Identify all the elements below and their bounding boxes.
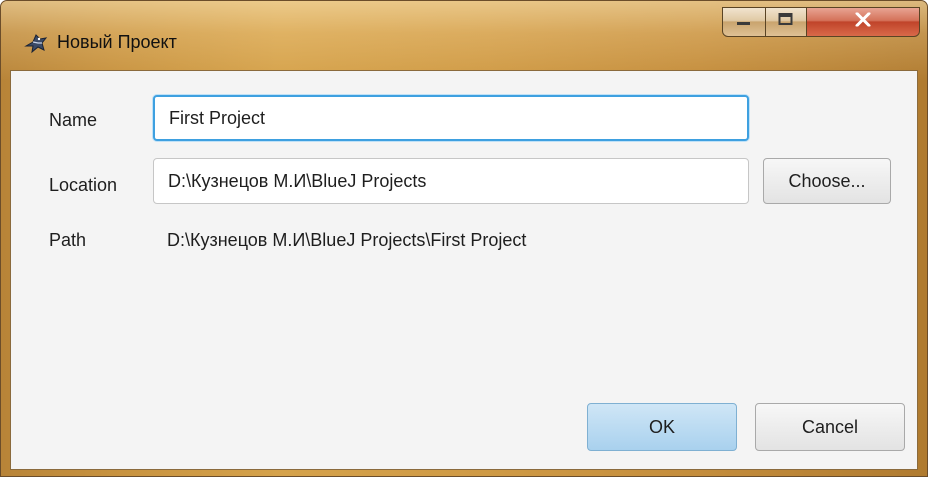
- bluej-bird-icon: [23, 30, 49, 56]
- location-input[interactable]: [153, 158, 749, 204]
- window-title: Новый Проект: [57, 32, 177, 52]
- minimize-icon: [736, 13, 752, 31]
- dialog-content: Name Location Choose... Path D:\Кузнецов…: [10, 70, 918, 470]
- choose-button[interactable]: Choose...: [763, 158, 891, 204]
- ok-button[interactable]: OK: [587, 403, 737, 451]
- name-label: Name: [49, 110, 98, 130]
- location-label: Location: [49, 175, 118, 195]
- name-input[interactable]: [153, 95, 749, 141]
- minimize-button[interactable]: [722, 7, 766, 37]
- title-bar[interactable]: Новый Проект: [1, 1, 927, 81]
- path-label: Path: [49, 230, 87, 250]
- path-value: D:\Кузнецов М.И\BlueJ Projects\First Pro…: [167, 230, 527, 250]
- maximize-button[interactable]: [765, 7, 807, 37]
- maximize-icon: [778, 13, 794, 32]
- close-button[interactable]: [806, 7, 920, 37]
- cancel-button[interactable]: Cancel: [755, 403, 905, 451]
- dialog-window: Новый Проект Name Location Choose... Pat…: [0, 0, 928, 477]
- close-icon: [855, 12, 871, 32]
